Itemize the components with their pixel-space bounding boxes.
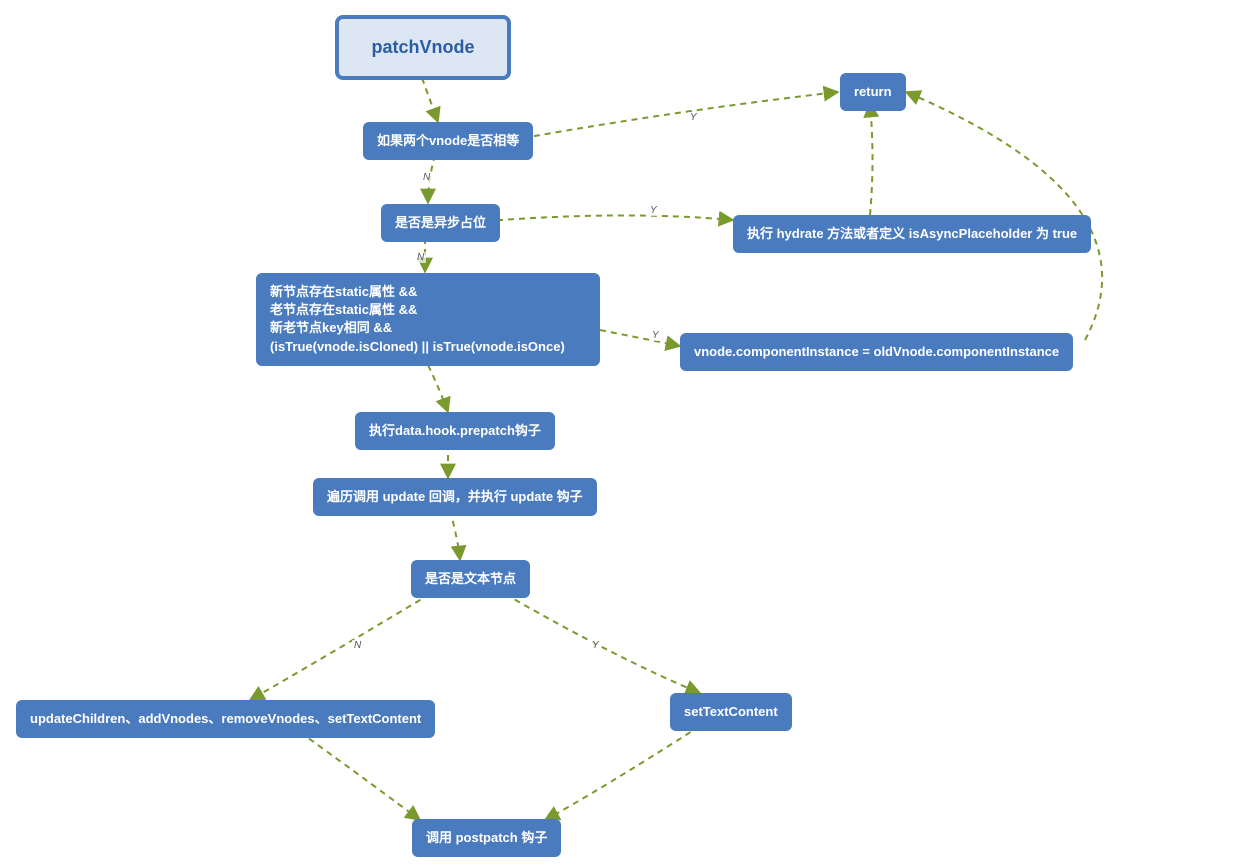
node-update-callbacks: 遍历调用 update 回调，并执行 update 钩子 [313,478,597,516]
node-return: return [840,73,906,111]
edge-label-y: Y [648,205,659,216]
edge-label-y: Y [590,640,601,651]
edge-label-y: Y [688,112,699,123]
node-async-placeholder: 是否是异步占位 [381,204,500,242]
edge-label-n: N [352,640,363,651]
node-component-instance: vnode.componentInstance = oldVnode.compo… [680,333,1073,371]
node-hydrate: 执行 hydrate 方法或者定义 isAsyncPlaceholder 为 t… [733,215,1091,253]
node-vnode-equal: 如果两个vnode是否相等 [363,122,533,160]
node-start: patchVnode [335,15,511,80]
edge-label-n: N [421,172,432,183]
node-set-text-content: setTextContent [670,693,792,731]
node-update-children: updateChildren、addVnodes、removeVnodes、se… [16,700,435,738]
node-is-text-node: 是否是文本节点 [411,560,530,598]
node-prepatch-hook: 执行data.hook.prepatch钩子 [355,412,555,450]
node-postpatch-hook: 调用 postpatch 钩子 [412,819,561,857]
edge-label-n: N [415,252,426,263]
node-static-check: 新节点存在static属性 && 老节点存在static属性 && 新老节点ke… [256,273,600,366]
edge-label-y: Y [650,330,661,341]
